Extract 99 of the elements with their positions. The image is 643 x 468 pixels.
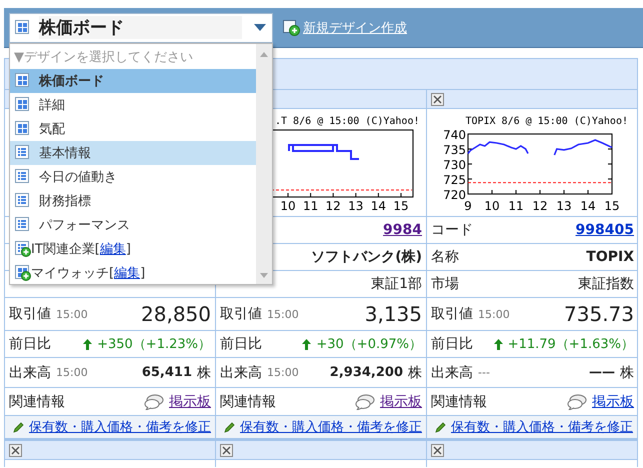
design-select[interactable]: 株価ボード [9,12,273,42]
grid-icon [15,97,31,113]
unit-label: 株 [408,364,422,382]
grid-icon [15,121,31,137]
price-value: 3,135 [364,302,422,326]
field-label: 名称 [431,248,459,266]
field-label: 前日比 [431,335,473,353]
axis-label: 735 [443,143,466,157]
time-label: 15:00 [267,366,299,379]
speech-bubble-icon [567,394,587,410]
price-value: 735.73 [564,302,634,326]
speech-bubble-icon [144,394,164,410]
up-arrow-icon [302,338,312,350]
edit-link[interactable]: 編集 [114,266,140,281]
field-value: 東証1部 [371,275,422,293]
custom-design-icon [15,265,31,281]
field-label: 取引値 [9,305,51,323]
pencil-icon [224,421,236,433]
field-label: 出来高 [9,364,51,382]
axis-label: 720 [443,188,466,202]
pencil-icon [13,421,25,433]
dropdown-item[interactable]: 気配 [10,117,256,141]
axis-label: 14 [370,199,386,213]
field-label: 関連情報 [9,392,65,410]
axis-label: 14 [580,199,596,213]
close-button[interactable] [220,444,233,456]
volume-value: 65,411 [142,365,192,380]
field-label: 前日比 [9,335,51,353]
time-label: 15:00 [267,308,299,320]
close-button[interactable] [431,444,444,456]
close-button[interactable] [431,92,444,106]
field-label: 関連情報 [431,392,487,410]
axis-label: 13 [348,199,364,213]
axis-label: 740 [443,128,466,142]
grid-icon [15,73,31,89]
board-link[interactable]: 掲示板 [592,392,634,410]
code-link[interactable]: 9984 [383,222,422,238]
price-value: 28,850 [141,302,211,326]
board-link[interactable]: 掲示板 [380,392,422,410]
axis-label: 10 [484,199,500,213]
axis-label: 9 [464,199,472,213]
new-design-icon [283,20,300,36]
list-icon [15,193,31,209]
field-label: 取引値 [220,305,262,323]
change-value: +30（+0.97%） [316,336,422,353]
axis-label: 12 [326,199,341,213]
time-label: --- [478,366,490,379]
chart-title: .T 8/6 @ 15:00 (C)Yahoo! [275,116,420,127]
field-value: 東証指数 [578,275,634,293]
volume-value: 2,934,200 [330,365,403,380]
caret-icon [254,24,266,32]
field-label: 関連情報 [220,392,276,410]
up-arrow-icon [494,338,503,350]
change-value: +11.79（+1.63%） [508,336,634,353]
dropdown-item[interactable]: 今日の値動き [10,165,256,189]
axis-label: 13 [556,199,572,213]
time-label: 15:00 [56,366,88,379]
dropdown-item[interactable]: 株価ボード [10,69,256,93]
field-label: 取引値 [431,305,473,323]
list-icon [15,145,31,161]
dropdown-item[interactable]: マイウォッチ[編集] [10,261,256,285]
field-label: 市場 [431,275,459,293]
field-label: コード [431,221,473,239]
pencil-icon [435,421,447,433]
axis-label: 725 [443,173,466,187]
dropdown-item[interactable]: IT関連企業[編集] [10,237,256,261]
unit-label: 株 [197,364,211,382]
edit-link[interactable]: 編集 [100,242,126,257]
axis-label: 11 [302,199,318,213]
dropdown-item[interactable]: 詳細 [10,93,256,117]
axis-label: 730 [443,158,466,172]
grid-icon [15,20,31,36]
axis-label: 10 [280,199,296,213]
axis-label: 11 [508,199,524,213]
dropdown-item[interactable]: 財務指標 [10,189,256,213]
volume-value: —— [589,365,615,380]
change-value: +350（+1.23%） [97,336,211,353]
board-link[interactable]: 掲示板 [169,392,211,410]
list-icon [15,169,31,185]
field-value: ソフトバンク(株) [311,248,422,266]
field-label: 前日比 [220,335,262,353]
field-label: 出来高 [220,364,262,382]
axis-label: 12 [532,199,548,213]
dropdown-item[interactable]: 基本情報 [10,141,256,165]
axis-label: 15 [604,199,620,213]
close-button[interactable] [9,444,22,456]
up-arrow-icon [83,338,92,350]
dropdown-item[interactable]: パフォーマンス [10,213,256,237]
custom-design-icon [15,241,31,257]
chart-title: TOPIX 8/6 @ 15:00 (C)Yahoo! [465,116,628,127]
unit-label: 株 [620,364,634,382]
time-label: 15:00 [56,308,88,320]
code-link[interactable]: 998405 [576,222,634,238]
list-icon [15,217,31,233]
field-label: 出来高 [431,364,473,382]
field-value: TOPIX [586,249,634,265]
time-label: 15:00 [478,308,510,320]
speech-bubble-icon [355,394,375,410]
axis-label: 15 [393,199,409,213]
